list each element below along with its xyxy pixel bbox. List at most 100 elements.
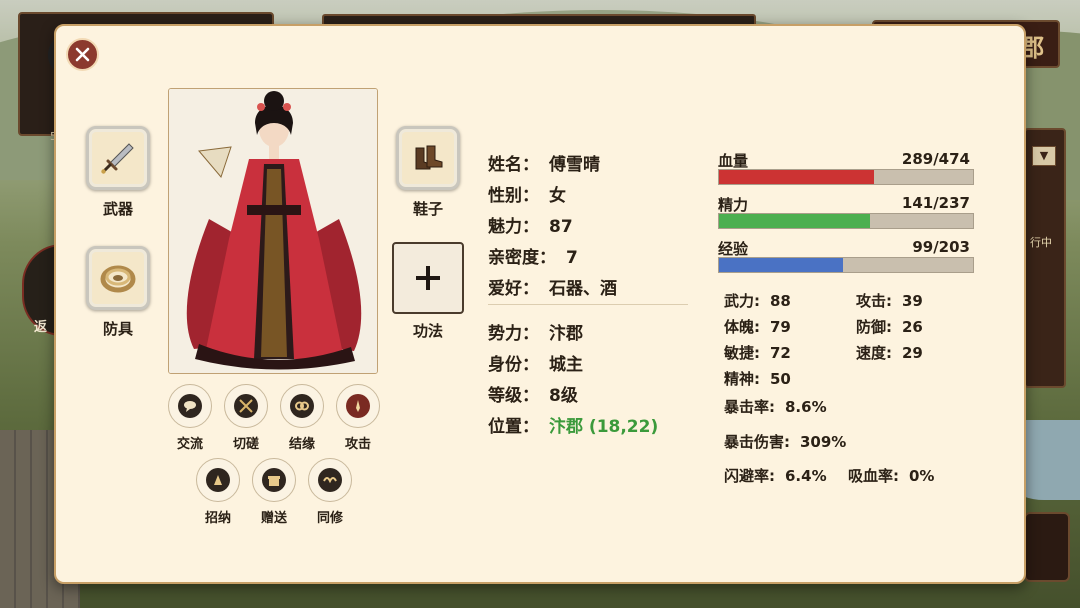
- dropdown-icon[interactable]: ▼: [1032, 146, 1056, 166]
- skill-slot[interactable]: 功法: [392, 242, 464, 341]
- info-level: 等级： 8级: [488, 381, 578, 406]
- info-divider: [488, 304, 688, 305]
- energy-value: 141/237: [901, 194, 970, 212]
- info-location: 位置： 汴郡 (18,22): [488, 412, 658, 437]
- right-side-panel[interactable]: ▼ 行中: [1024, 128, 1066, 388]
- attack-icon: [346, 394, 370, 418]
- weapon-label: 武器: [102, 200, 133, 218]
- stat-speed-value: 29: [902, 344, 923, 362]
- energy-label: 精力: [718, 196, 749, 214]
- info-hobby-value: 石器、酒: [549, 279, 617, 299]
- stat-physique: 体魄: 79: [724, 316, 791, 337]
- hp-bar: [718, 169, 974, 185]
- info-location-key: 位置：: [488, 417, 539, 437]
- armor-ring-icon: [100, 265, 136, 293]
- info-name-value: 傅雪晴: [549, 155, 600, 175]
- sword-icon: [101, 143, 134, 174]
- action-chat-label: 交流: [176, 437, 203, 452]
- info-intimacy-key: 亲密度：: [488, 248, 556, 268]
- skill-slot-frame[interactable]: [392, 242, 464, 314]
- stat-force: 武力: 88: [724, 290, 791, 311]
- stat-agility: 敏捷: 72: [724, 342, 791, 363]
- stat-defense: 防御: 26: [856, 316, 923, 337]
- shoes-slot-frame[interactable]: [396, 126, 460, 190]
- stat-dodge-rate: 闪避率: 6.4%: [724, 465, 827, 486]
- weapon-slot[interactable]: 武器: [86, 126, 150, 219]
- return-label: 返: [34, 320, 48, 335]
- action-gift-button[interactable]: [252, 458, 296, 502]
- stat-speed: 速度: 29: [856, 342, 923, 363]
- stat-defense-value: 26: [902, 318, 923, 336]
- exp-bar-fill: [719, 258, 843, 272]
- stat-dodge-rate-key: 闪避率:: [724, 467, 775, 485]
- action-cultivate-button[interactable]: [308, 458, 352, 502]
- action-attack[interactable]: 攻击: [336, 384, 380, 452]
- info-identity: 身份： 城主: [488, 350, 583, 375]
- stat-attack-key: 攻击:: [856, 292, 892, 310]
- stat-lifesteal-key: 吸血率:: [848, 467, 899, 485]
- info-location-value[interactable]: 汴郡 (18,22): [549, 417, 658, 437]
- action-gift-label: 赠送: [260, 511, 287, 526]
- action-recruit[interactable]: 招纳: [196, 458, 240, 526]
- armor-slot[interactable]: 防具: [86, 246, 150, 339]
- info-faction-value: 汴郡: [549, 324, 583, 344]
- action-attack-button[interactable]: [336, 384, 380, 428]
- info-identity-key: 身份：: [488, 355, 539, 375]
- character-portrait-image: [169, 89, 377, 373]
- info-level-key: 等级：: [488, 386, 539, 406]
- skill-label: 功法: [412, 322, 443, 340]
- energy-bar-fill: [719, 214, 871, 228]
- info-name-key: 姓名：: [488, 155, 539, 175]
- armor-label: 防具: [102, 320, 133, 338]
- hp-value: 289/474: [901, 150, 970, 168]
- plus-icon: [416, 266, 440, 290]
- action-recruit-button[interactable]: [196, 458, 240, 502]
- cultivate-icon: [318, 468, 342, 492]
- info-charm-key: 魅力：: [488, 217, 539, 237]
- info-charm-value: 87: [549, 217, 573, 237]
- right-panel-status: 行中: [1030, 236, 1052, 249]
- action-spar-button[interactable]: [224, 384, 268, 428]
- crossed-swords-icon: [234, 394, 258, 418]
- action-spar[interactable]: 切磋: [224, 384, 268, 452]
- stat-spirit-value: 50: [770, 370, 791, 388]
- stat-defense-key: 防御:: [856, 318, 892, 336]
- info-intimacy-value: 7: [566, 248, 578, 268]
- bottom-right-button[interactable]: [1024, 512, 1070, 582]
- stat-physique-key: 体魄:: [724, 318, 760, 336]
- info-charm: 魅力： 87: [488, 212, 573, 237]
- exp-label: 经验: [718, 240, 749, 258]
- info-hobby: 爱好： 石器、酒: [488, 274, 617, 299]
- info-identity-value: 城主: [549, 355, 583, 375]
- stat-attack-value: 39: [902, 292, 923, 310]
- bond-icon: [290, 394, 314, 418]
- action-cultivate-label: 同修: [316, 511, 343, 526]
- info-gender-value: 女: [549, 186, 566, 206]
- stat-force-value: 88: [770, 292, 791, 310]
- info-name: 姓名： 傅雪晴: [488, 150, 600, 175]
- stat-agility-key: 敏捷:: [724, 344, 760, 362]
- armor-slot-frame[interactable]: [86, 246, 150, 310]
- info-intimacy: 亲密度： 7: [488, 243, 578, 268]
- stat-lifesteal: 吸血率: 0%: [848, 465, 934, 486]
- energy-bar: [718, 213, 974, 229]
- action-recruit-label: 招纳: [204, 511, 231, 526]
- close-button[interactable]: [66, 38, 99, 71]
- stat-crit-rate: 暴击率: 8.6%: [724, 396, 827, 417]
- action-gift[interactable]: 赠送: [252, 458, 296, 526]
- shoes-label: 鞋子: [412, 200, 443, 218]
- stat-speed-key: 速度:: [856, 344, 892, 362]
- info-hobby-key: 爱好：: [488, 279, 539, 299]
- action-cultivate[interactable]: 同修: [308, 458, 352, 526]
- info-faction-key: 势力：: [488, 324, 539, 344]
- action-attack-label: 攻击: [344, 437, 371, 452]
- stat-spirit-key: 精神:: [724, 370, 760, 388]
- weapon-slot-frame[interactable]: [86, 126, 150, 190]
- chat-icon: [178, 394, 202, 418]
- shoes-slot[interactable]: 鞋子: [396, 126, 460, 219]
- action-chat[interactable]: 交流: [168, 384, 212, 452]
- action-bond-button[interactable]: [280, 384, 324, 428]
- stat-crit-damage-key: 暴击伤害:: [724, 433, 790, 451]
- action-chat-button[interactable]: [168, 384, 212, 428]
- action-bond[interactable]: 结缘: [280, 384, 324, 452]
